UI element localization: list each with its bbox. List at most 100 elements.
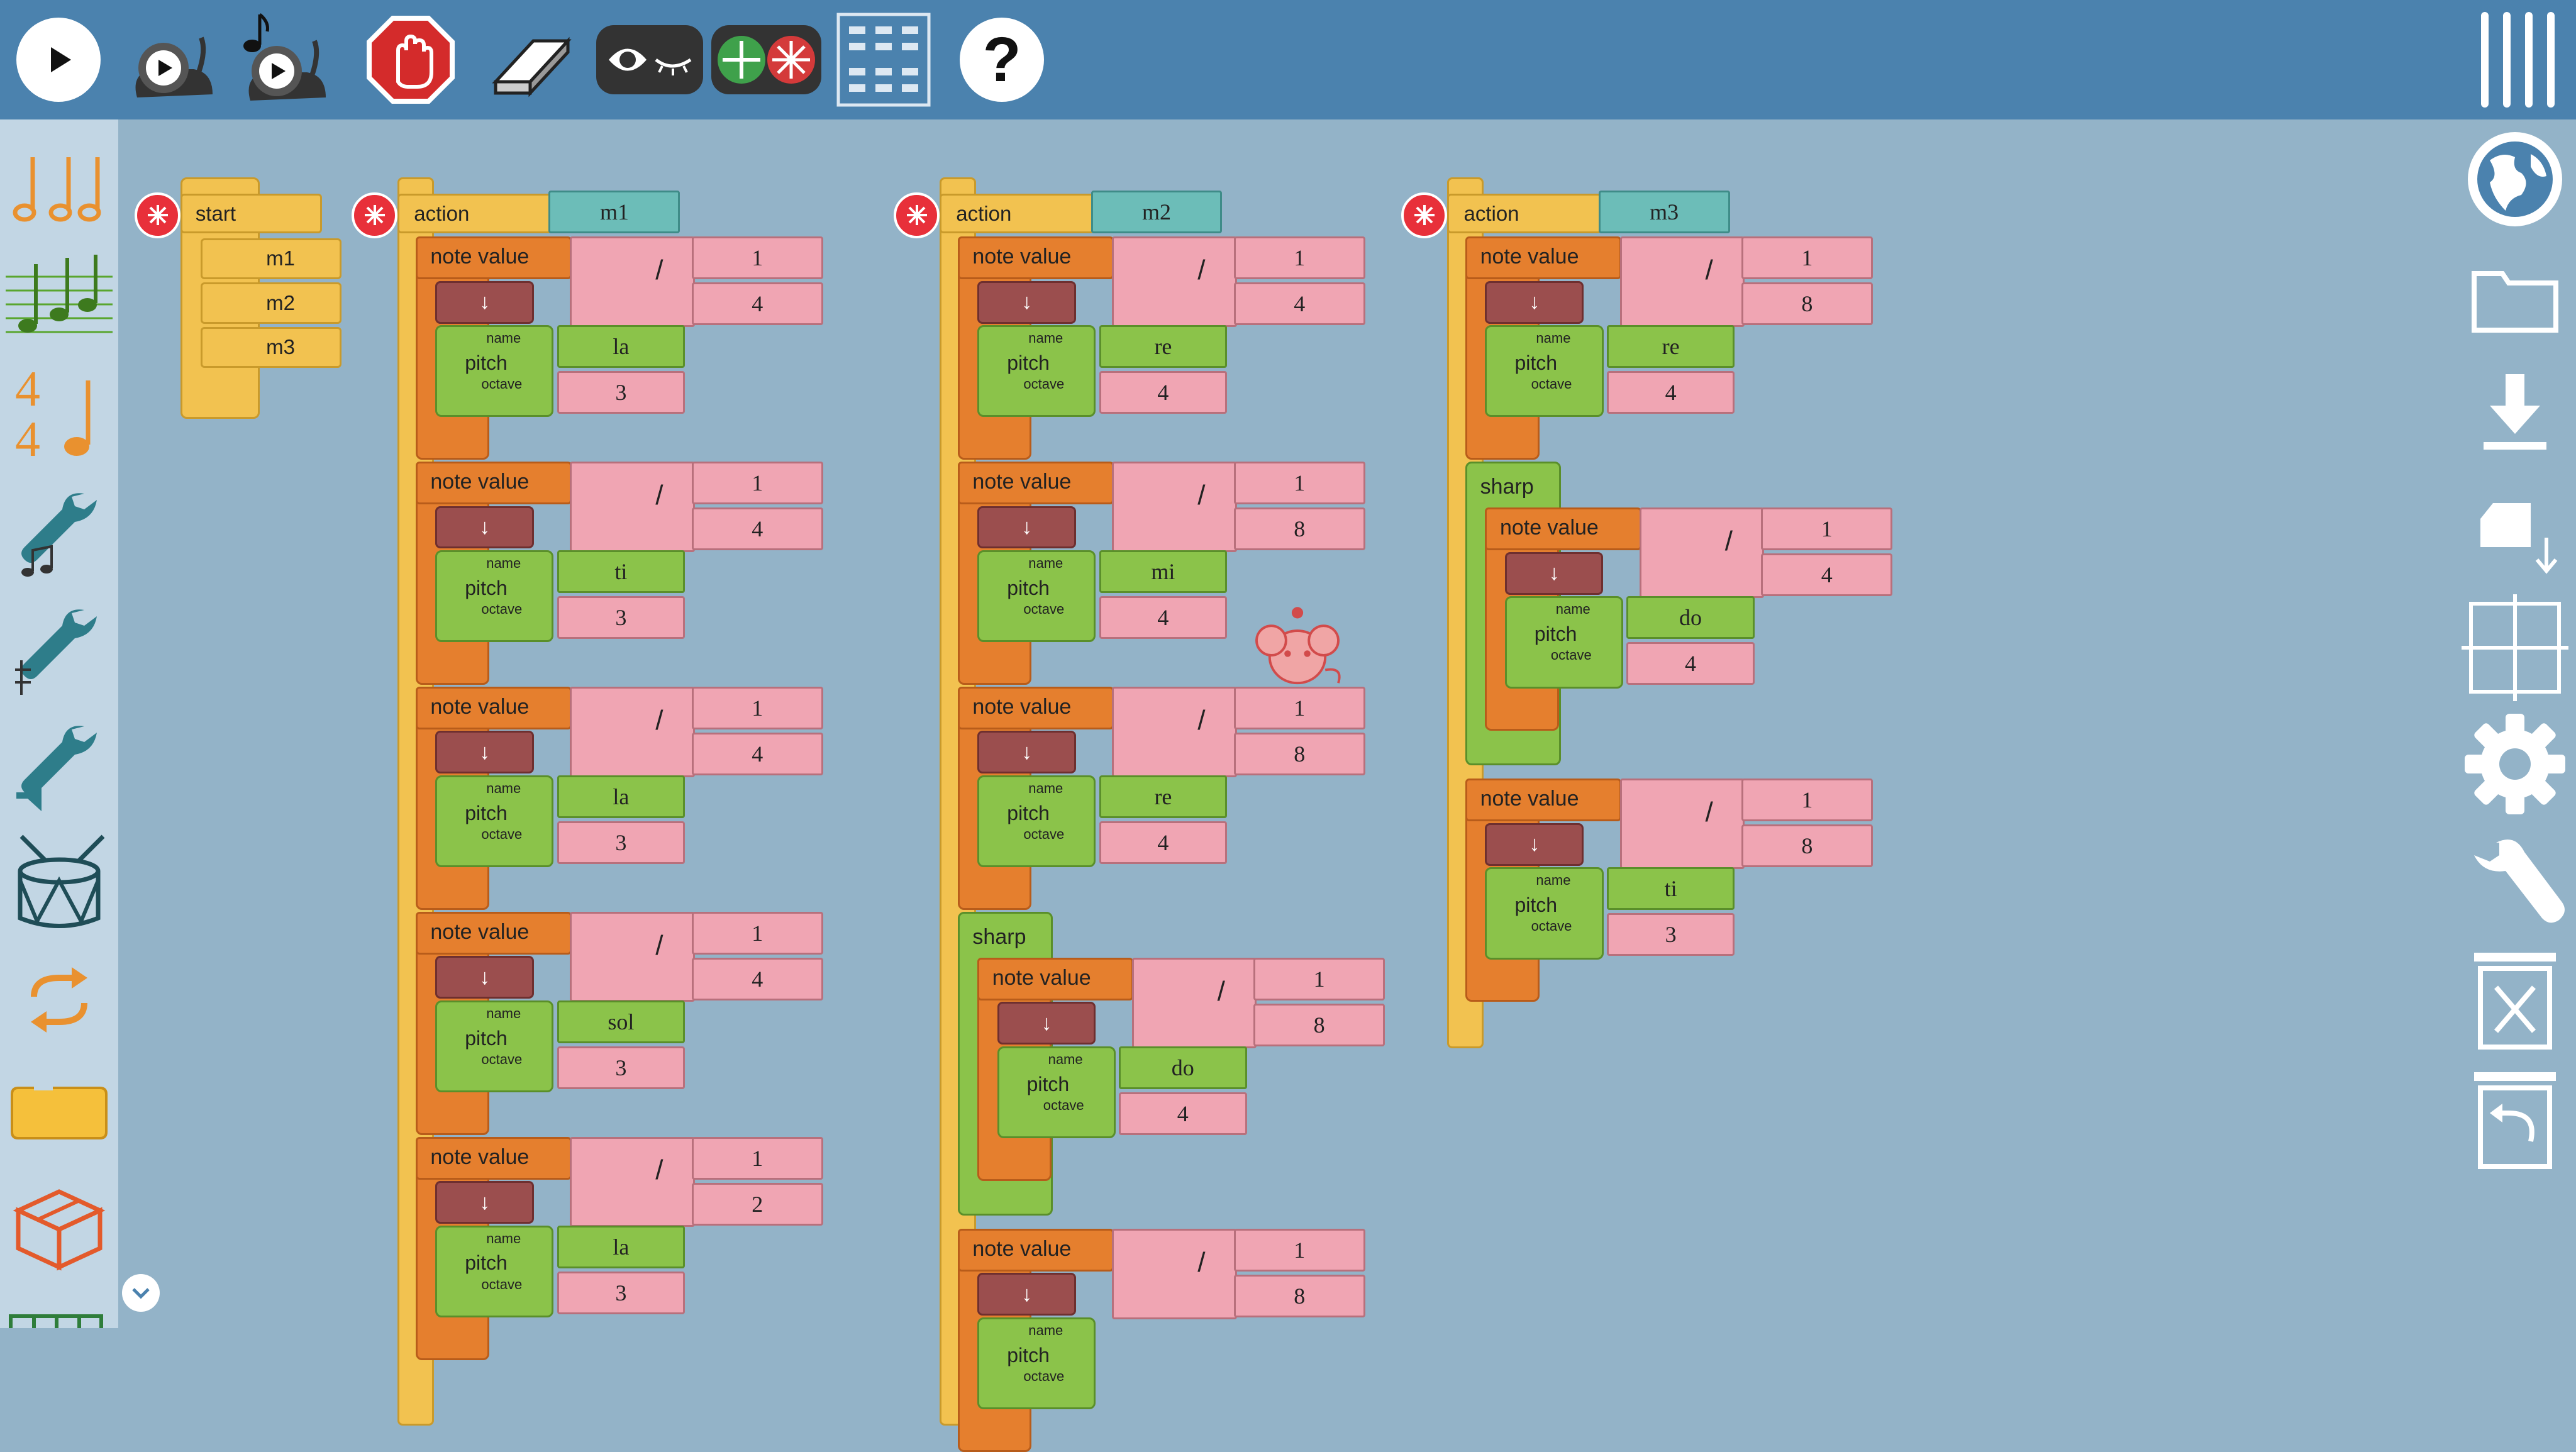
start-item-m3[interactable]: m3 [200,326,342,369]
m3-note-2-numerator[interactable]: 1 [1761,507,1893,551]
collapse-expand-button[interactable] [709,13,823,107]
m3-note-3-divide-block[interactable] [1619,779,1745,869]
m2-note-2-divide-block[interactable] [1112,462,1237,552]
m2-note-3-arrow-block[interactable]: ↓ [977,731,1076,774]
m2-note-4-pitch-name[interactable]: do [1118,1046,1247,1089]
m1-note-1-arrow-block[interactable]: ↓ [435,280,534,324]
m1-note-3-pitch-octave[interactable]: 3 [557,821,686,864]
m3-note-1-divide-block[interactable] [1619,236,1745,327]
m1-note-4-pitch-name[interactable]: sol [557,1000,686,1043]
m1-note-2-pitch-name[interactable]: ti [557,550,686,593]
m1-note-3-denominator[interactable]: 4 [691,733,823,775]
start-collapse-button[interactable] [135,192,181,238]
clean-button[interactable] [483,13,577,107]
show-hide-button[interactable] [594,13,704,107]
m3-note-3-arrow-block[interactable]: ↓ [1485,823,1584,866]
m3-note-1-numerator[interactable]: 1 [1741,236,1873,280]
m2-collapse-button[interactable] [894,192,940,238]
m2-note-3-pitch-octave[interactable]: 4 [1099,821,1228,864]
block-canvas[interactable]: start m1 m2 m3 action m1 note value / 1 4 ↓ pitch na… [118,119,2576,1452]
m2-note-2-pitch-name[interactable]: mi [1099,550,1228,593]
m1-note-2-numerator[interactable]: 1 [691,462,823,504]
m1-note-4-divide-block[interactable] [570,911,695,1002]
m1-note-3-arrow-block[interactable]: ↓ [435,731,534,774]
m1-note-3-pitch-name[interactable]: la [557,775,686,818]
palette-flow[interactable] [9,950,109,1050]
m2-note-4-divide-block[interactable] [1131,957,1257,1048]
m2-note-1-pitch-octave[interactable]: 4 [1099,371,1228,414]
palette-extras[interactable] [9,1176,109,1277]
m3-note-2-pitch-name[interactable]: do [1626,596,1755,640]
m2-note-2-arrow-block[interactable]: ↓ [977,506,1076,549]
m1-name-arg[interactable]: m1 [548,191,680,233]
m1-note-4-denominator[interactable]: 4 [691,957,823,1000]
m3-note-1-denominator[interactable]: 8 [1741,282,1873,326]
start-item-m1[interactable]: m1 [200,238,342,280]
play-slow-button[interactable] [125,13,219,107]
m1-note-4-arrow-block[interactable]: ↓ [435,956,534,999]
m2-note-3-numerator[interactable]: 1 [1233,686,1365,729]
m1-note-5-divide-block[interactable] [570,1136,695,1228]
m1-note-5-pitch-name[interactable]: la [557,1225,686,1268]
palette-tone[interactable] [9,481,109,582]
m3-note-1-arrow-block[interactable]: ↓ [1485,280,1584,324]
m3-note-2-arrow-block[interactable]: ↓ [1504,551,1604,595]
m2-name-arg[interactable]: m2 [1091,191,1223,233]
m1-note-5-denominator[interactable]: 2 [691,1182,823,1226]
palette-more[interactable] [9,1311,103,1328]
m3-note-3-pitch-name[interactable]: ti [1606,867,1735,911]
m2-note-5-denominator[interactable]: 8 [1233,1275,1365,1317]
m2-note-3-denominator[interactable]: 8 [1233,733,1365,775]
m2-note-5-arrow-block[interactable]: ↓ [977,1273,1076,1316]
m3-note-2-pitch-octave[interactable]: 4 [1626,642,1755,685]
m1-note-1-pitch-name[interactable]: la [557,325,686,369]
m1-note-2-arrow-block[interactable]: ↓ [435,506,534,549]
m2-note-5-numerator[interactable]: 1 [1233,1228,1365,1272]
m1-note-5-pitch-octave[interactable]: 3 [557,1271,686,1314]
m1-note-5-arrow-block[interactable]: ↓ [435,1181,534,1224]
m1-note-4-pitch-octave[interactable]: 3 [557,1046,686,1089]
m2-note-1-denominator[interactable]: 4 [1233,282,1365,326]
m2-note-3-divide-block[interactable] [1112,686,1237,777]
m3-note-2-denominator[interactable]: 4 [1761,553,1893,597]
m1-note-3-numerator[interactable]: 1 [691,686,823,729]
m3-name-arg[interactable]: m3 [1598,191,1730,233]
play-music-slow-button[interactable] [238,13,332,107]
palette-rhythm[interactable] [9,135,109,236]
m2-note-5-divide-block[interactable] [1112,1228,1237,1319]
start-item-m2[interactable]: m2 [200,282,342,324]
palette-grid-button[interactable] [836,13,931,107]
m1-note-1-pitch-octave[interactable]: 3 [557,371,686,414]
m3-note-1-pitch-name[interactable]: re [1606,325,1735,369]
m2-note-1-arrow-block[interactable]: ↓ [977,280,1076,324]
m2-note-1-divide-block[interactable] [1112,236,1237,327]
m3-note-3-pitch-octave[interactable]: 3 [1606,913,1735,956]
palette-drum[interactable] [9,833,109,934]
stop-button[interactable] [364,13,458,107]
m2-note-3-pitch-name[interactable]: re [1099,775,1228,818]
m2-note-1-pitch-name[interactable]: re [1099,325,1228,369]
m2-note-2-numerator[interactable]: 1 [1233,462,1365,504]
m1-note-3-divide-block[interactable] [570,686,695,777]
play-button[interactable] [11,13,106,107]
mouse-sprite[interactable] [1248,604,1347,690]
palette-action[interactable] [9,1063,109,1163]
m2-note-1-numerator[interactable]: 1 [1233,236,1365,280]
m2-note-4-denominator[interactable]: 8 [1253,1004,1385,1046]
m1-collapse-button[interactable] [352,192,398,238]
m3-note-3-numerator[interactable]: 1 [1741,779,1873,822]
m2-note-2-pitch-octave[interactable]: 4 [1099,596,1228,640]
m1-note-1-denominator[interactable]: 4 [691,282,823,326]
m2-note-4-pitch-octave[interactable]: 4 [1118,1092,1247,1136]
m1-note-1-divide-block[interactable] [570,236,695,327]
m1-note-4-numerator[interactable]: 1 [691,911,823,955]
palette-ornament[interactable] [9,597,109,698]
m3-collapse-button[interactable] [1401,192,1448,238]
palette-meter[interactable]: 4 4 [9,362,109,467]
m2-note-4-arrow-block[interactable]: ↓ [997,1002,1096,1045]
m1-note-2-divide-block[interactable] [570,462,695,552]
palette-pitch[interactable] [6,245,113,346]
main-menu-button[interactable] [2463,12,2570,108]
m1-note-2-pitch-octave[interactable]: 3 [557,596,686,640]
m1-note-5-numerator[interactable]: 1 [691,1136,823,1180]
